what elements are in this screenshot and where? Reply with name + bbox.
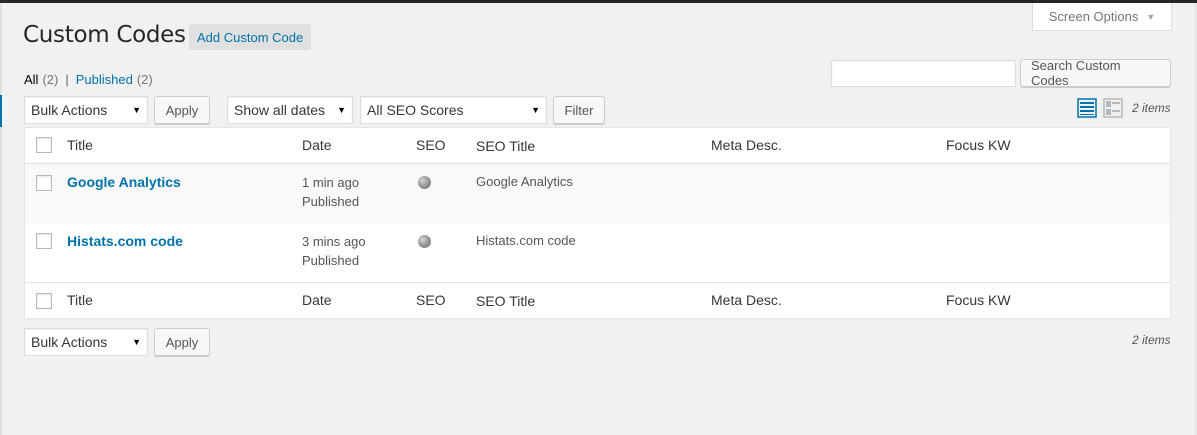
caret-down-icon: ▼ — [132, 105, 141, 115]
row-status: Published — [302, 194, 360, 209]
row-seo-title: Histats.com code — [476, 233, 576, 248]
column-title-footer[interactable]: Title — [67, 292, 93, 308]
search-custom-codes-button[interactable]: Search Custom Codes — [1020, 58, 1171, 88]
row-title-link[interactable]: Google Analytics — [67, 174, 181, 190]
seo-score-filter-value: All SEO Scores — [367, 102, 464, 118]
row-checkbox[interactable] — [36, 175, 52, 191]
excerpt-view-icon[interactable] — [1103, 98, 1123, 118]
row-checkbox[interactable] — [36, 233, 52, 249]
column-title[interactable]: Title — [67, 137, 93, 153]
admin-menu-edge — [0, 3, 2, 435]
row-seo-title: Google Analytics — [476, 174, 573, 189]
table-row: Histats.com code 3 mins ago Published Hi… — [25, 223, 1170, 282]
row-date-value: 3 mins ago — [302, 234, 366, 249]
column-seo-title-footer: SEO Title — [476, 293, 536, 309]
table-header: Title Date SEO SEO Title Meta Desc. Focu… — [25, 128, 1170, 164]
date-filter-value: Show all dates — [234, 102, 326, 118]
row-date: 1 min ago Published — [302, 173, 359, 211]
page-title: Custom Codes — [23, 22, 186, 48]
column-seo-title: SEO Title — [476, 138, 536, 154]
column-focus-kw-footer: Focus KW — [946, 292, 1011, 308]
column-date[interactable]: Date — [302, 137, 332, 153]
add-custom-code-button[interactable]: Add Custom Code — [189, 24, 312, 50]
bulk-actions-value: Bulk Actions — [31, 102, 108, 118]
admin-bar — [0, 0, 1197, 3]
filter-separator: | — [65, 72, 69, 87]
status-filter-links: All (2) | Published (2) — [24, 72, 153, 87]
date-filter-select[interactable]: Show all dates ▼ — [227, 96, 353, 124]
apply-button-top[interactable]: Apply — [154, 96, 210, 124]
seo-score-filter-select[interactable]: All SEO Scores ▼ — [360, 96, 547, 124]
row-date-value: 1 min ago — [302, 175, 360, 190]
caret-down-icon: ▼ — [531, 105, 540, 115]
search-input[interactable] — [831, 60, 1016, 87]
row-date: 3 mins ago Published — [302, 232, 366, 270]
list-view-icon[interactable] — [1077, 98, 1097, 118]
seo-score-dot-icon — [418, 235, 431, 248]
row-status: Published — [302, 253, 360, 268]
apply-button-bottom[interactable]: Apply — [154, 328, 210, 356]
filter-published-count: (2) — [136, 72, 153, 87]
column-seo-footer[interactable]: SEO — [416, 292, 446, 308]
bulk-actions-select-bottom[interactable]: Bulk Actions ▼ — [24, 328, 148, 356]
admin-menu-active-indicator — [0, 95, 2, 127]
bulk-actions-value: Bulk Actions — [31, 334, 108, 350]
table-footer: Title Date SEO SEO Title Meta Desc. Focu… — [25, 282, 1170, 318]
filter-button[interactable]: Filter — [553, 96, 605, 124]
table-row: Google Analytics 1 min ago Published Goo… — [25, 164, 1170, 223]
caret-down-icon: ▼ — [132, 337, 141, 347]
filter-all-count: (2) — [42, 72, 59, 87]
column-focus-kw: Focus KW — [946, 137, 1011, 153]
triangle-down-icon: ▼ — [1146, 11, 1156, 22]
filter-all-link[interactable]: All — [24, 72, 38, 87]
row-title-link[interactable]: Histats.com code — [67, 233, 183, 249]
seo-score-dot-icon — [418, 176, 431, 189]
select-all-checkbox[interactable] — [36, 137, 52, 153]
items-count-top: 2 items — [1132, 101, 1171, 115]
items-count-bottom: 2 items — [1132, 333, 1171, 347]
column-seo[interactable]: SEO — [416, 137, 446, 153]
filter-published-link[interactable]: Published — [76, 72, 133, 87]
screen-options-label: Screen Options — [1048, 9, 1139, 24]
caret-down-icon: ▼ — [337, 105, 346, 115]
column-date-footer[interactable]: Date — [302, 292, 332, 308]
select-all-checkbox-footer[interactable] — [36, 293, 52, 309]
bulk-actions-select-top[interactable]: Bulk Actions ▼ — [24, 96, 148, 124]
column-meta-desc: Meta Desc. — [711, 137, 782, 153]
custom-codes-table: Title Date SEO SEO Title Meta Desc. Focu… — [24, 127, 1171, 319]
screen-options-toggle[interactable]: Screen Options ▼ — [1032, 3, 1172, 31]
column-meta-desc-footer: Meta Desc. — [711, 292, 782, 308]
